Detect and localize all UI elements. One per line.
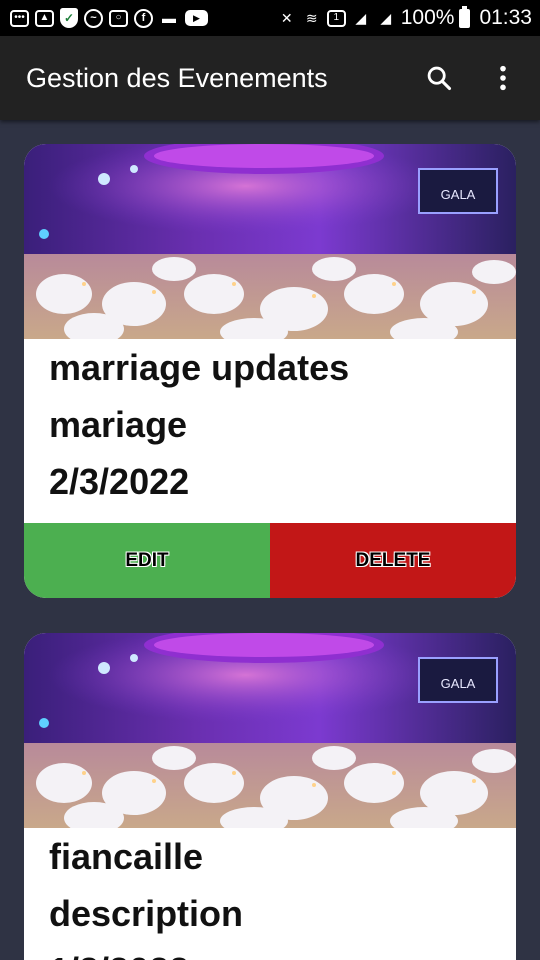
app-title: Gestion des Evenements	[26, 62, 328, 93]
gallery-icon: ▲	[35, 9, 54, 27]
more-vert-icon[interactable]	[488, 63, 518, 93]
event-date: 2/3/2022	[49, 461, 190, 502]
battery-icon	[459, 5, 471, 28]
shield-icon: ✓	[60, 8, 78, 28]
svg-text:GALA: GALA	[441, 187, 476, 202]
event-name: marriage updates	[49, 347, 350, 388]
event-image: GALA	[24, 144, 516, 339]
messenger-icon: ~	[84, 8, 103, 28]
event-list[interactable]: GALA marriage updates mariage 2/3/2022 E…	[0, 120, 540, 960]
sim-icon: 1	[326, 9, 346, 27]
event-date: 1/3/2022	[49, 948, 491, 960]
status-bar: ••• ▲ ✓ ~ ○ f ▬ ▶ ✕ ≋ 1 ◢ ◢ 100% 01:33	[0, 0, 540, 36]
signal-icon: ◢	[380, 10, 392, 26]
youtube-icon: ▶	[185, 10, 208, 26]
mute-icon: ✕	[280, 10, 293, 26]
event-description: description	[49, 893, 244, 934]
chat-bubble-icon: •••	[10, 9, 29, 27]
battery-percent: 100%	[400, 6, 455, 29]
clock: 01:33	[479, 6, 532, 29]
event-card: GALA	[24, 633, 516, 960]
signal-icon: ◢	[355, 10, 367, 26]
svg-text:GALA: GALA	[441, 676, 476, 691]
delete-button[interactable]: DELETE	[270, 523, 516, 598]
message-icon: ▬	[162, 10, 176, 26]
instagram-icon: ○	[109, 9, 128, 27]
event-image: GALA	[24, 633, 516, 828]
event-card: GALA	[24, 144, 516, 598]
edit-button[interactable]: EDIT	[24, 523, 270, 598]
facebook-icon: f	[134, 8, 153, 28]
app-bar: Gestion des Evenements	[0, 36, 540, 120]
wifi-icon: ≋	[305, 10, 318, 26]
event-name: fiancaille	[49, 836, 204, 877]
event-description: mariage	[49, 404, 188, 445]
search-icon[interactable]	[424, 63, 454, 93]
